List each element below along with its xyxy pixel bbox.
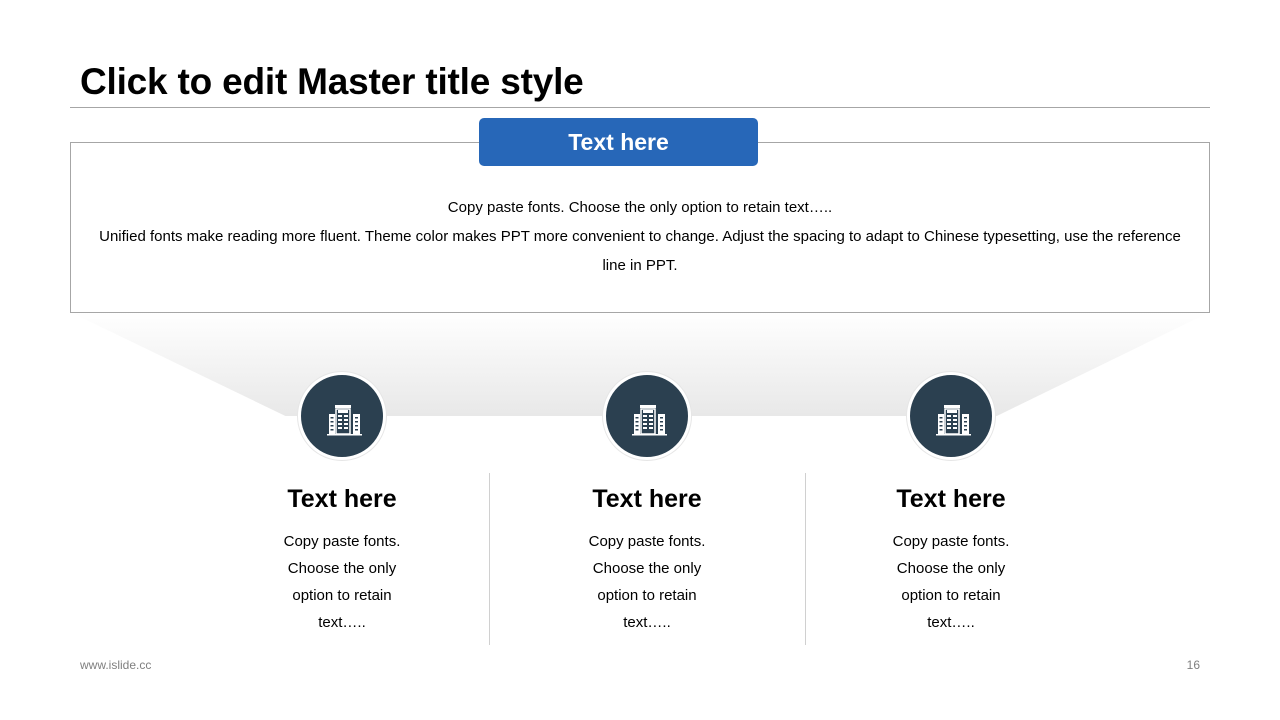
body-line-2: Unified fonts make reading more fluent. … [99,228,1181,274]
icon-circle [907,372,995,460]
body-line-1: Copy paste fonts. Choose the only option… [447,199,833,216]
page-number: 16 [1186,658,1200,672]
item-description[interactable]: Copy paste fonts. Choose the only option… [267,528,417,636]
item-description[interactable]: Copy paste fonts. Choose the only option… [572,528,722,636]
icon-circle [603,372,691,460]
title-divider [70,107,1210,108]
icon-circle [298,372,386,460]
feature-item-3[interactable]: Text here Copy paste fonts. Choose the o… [801,372,1101,652]
item-title[interactable]: Text here [497,483,797,515]
item-title[interactable]: Text here [801,483,1101,515]
item-description[interactable]: Copy paste fonts. Choose the only option… [876,528,1026,636]
feature-item-1[interactable]: Text here Copy paste fonts. Choose the o… [192,372,492,652]
office-building-icon [632,405,667,436]
office-building-icon [936,405,971,436]
footer-url: www.islide.cc [80,658,152,672]
column-divider [489,473,490,645]
text-here-tag[interactable]: Text here [479,118,758,166]
item-title[interactable]: Text here [192,483,492,515]
slide-title[interactable]: Click to edit Master title style [80,60,584,104]
main-body-text[interactable]: Copy paste fonts. Choose the only option… [90,193,1190,280]
feature-item-2[interactable]: Text here Copy paste fonts. Choose the o… [497,372,797,652]
office-building-icon [327,405,362,436]
